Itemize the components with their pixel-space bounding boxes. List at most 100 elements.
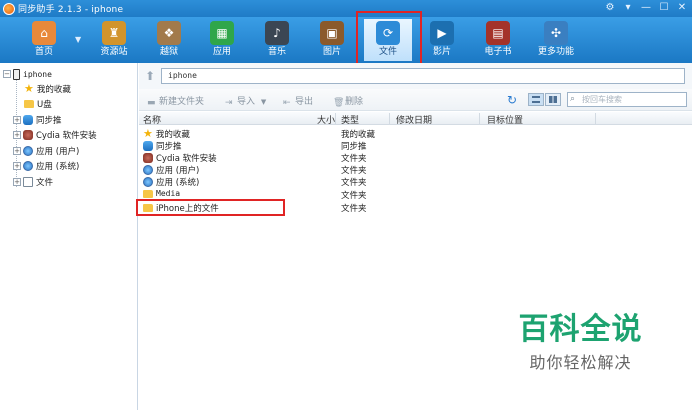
column-separator[interactable] — [335, 113, 336, 124]
tab-music[interactable]: ♪ 音乐 — [253, 19, 301, 61]
expand-toggle-icon[interactable]: + — [13, 131, 21, 139]
device-name: iphone — [23, 69, 52, 79]
app-user-icon — [23, 146, 33, 156]
column-target[interactable]: 目标位置 — [487, 113, 523, 126]
new-folder-button[interactable]: ▬ 新建文件夹 — [147, 94, 204, 108]
expand-toggle-icon[interactable]: + — [13, 162, 21, 170]
trash-icon: 🗑 — [333, 98, 345, 108]
menu-dropdown-icon[interactable]: ▾ — [622, 1, 634, 15]
tab-apps[interactable]: ▦ 应用 — [198, 19, 246, 61]
chevron-down-icon[interactable]: ▼ — [261, 98, 266, 106]
file-type: 我的收藏 — [341, 130, 376, 140]
search-input[interactable]: ⌕ 按回车搜索 — [567, 92, 687, 107]
refresh-icon[interactable]: ↻ — [507, 93, 517, 107]
table-row[interactable]: Cydia 软件安装 文件夹 — [139, 152, 692, 164]
expand-toggle-icon[interactable]: + — [13, 116, 21, 124]
expand-toggle-icon[interactable]: + — [13, 178, 21, 186]
tree-label: 应用 (系统) — [36, 162, 80, 172]
app-logo-icon — [3, 2, 15, 15]
chevron-down-icon[interactable]: ▼ — [75, 35, 87, 47]
column-modified[interactable]: 修改日期 — [396, 113, 432, 126]
tree-item-cydia[interactable]: + Cydia 软件安装 — [13, 129, 97, 141]
tree-item-udisk[interactable]: U盘 — [24, 98, 52, 110]
tab-label: 图片 — [322, 47, 341, 57]
export-button[interactable]: ⇤ 导出 — [283, 94, 313, 108]
home-icon: ⌂ — [32, 21, 56, 45]
folder-icon — [143, 189, 153, 198]
minimize-button[interactable]: — — [640, 1, 652, 15]
table-row[interactable]: ★ 我的收藏 我的收藏 — [139, 128, 692, 140]
import-button[interactable]: ⇥ 导入 ▼ — [225, 94, 266, 108]
tab-label: 影片 — [432, 47, 451, 57]
column-separator[interactable] — [595, 113, 596, 124]
list-view-button[interactable] — [528, 93, 544, 106]
tab-videos[interactable]: ▶ 影片 — [418, 19, 466, 61]
tab-jailbreak[interactable]: ❖ 越狱 — [145, 19, 193, 61]
table-row[interactable]: 同步推 同步推 — [139, 140, 692, 152]
tree-item-tongbutui[interactable]: + 同步推 — [13, 114, 62, 126]
store-icon: ♜ — [102, 21, 126, 45]
phone-icon — [13, 68, 20, 80]
video-icon: ▶ — [430, 21, 454, 45]
column-separator[interactable] — [479, 113, 480, 124]
path-input[interactable]: iphone — [161, 68, 685, 84]
tab-label: 越狱 — [159, 47, 178, 57]
expand-toggle-icon[interactable]: + — [13, 147, 21, 155]
delete-button[interactable]: 🗑删除 — [333, 94, 363, 108]
column-separator[interactable] — [389, 113, 390, 124]
tree-label: Cydia 软件安装 — [36, 131, 97, 141]
tree-item-system-apps[interactable]: + 应用 (系统) — [13, 160, 79, 172]
column-type[interactable]: 类型 — [341, 113, 359, 126]
maximize-button[interactable]: ☐ — [658, 1, 670, 15]
tab-photos[interactable]: ▣ 图片 — [308, 19, 356, 61]
table-row[interactable]: 应用 (系统) 文件夹 — [139, 176, 692, 188]
app-user-icon — [143, 165, 153, 175]
ebook-icon: ▤ — [486, 21, 510, 45]
cydia-icon — [143, 153, 153, 163]
tree-item-favorites[interactable]: ★ 我的收藏 — [24, 83, 71, 95]
tab-more[interactable]: ✣ 更多功能 — [530, 19, 582, 61]
app-system-icon — [23, 161, 33, 171]
action-bar: ▬ 新建文件夹 ⇥ 导入 ▼ ⇤ 导出 🗑删除 ↻ ⌕ 按回车搜索 — [139, 89, 692, 111]
tree-item-user-apps[interactable]: + 应用 (用户) — [13, 145, 79, 157]
search-placeholder: 按回车搜索 — [582, 95, 622, 104]
close-button[interactable]: ✕ — [676, 1, 688, 15]
tab-home[interactable]: ⌂ 首页 — [20, 19, 68, 61]
file-type: 文件夹 — [341, 204, 367, 214]
watermark-subtitle: 助你轻松解决 — [529, 353, 632, 372]
file-type: 同步推 — [341, 142, 367, 152]
watermark-title: 百科全说 — [518, 312, 643, 347]
tab-label: 电子书 — [484, 47, 512, 57]
photo-icon: ▣ — [320, 21, 344, 45]
table-row[interactable]: 应用 (用户) 文件夹 — [139, 164, 692, 176]
column-header: 名称 大小 类型 修改日期 目标位置 — [139, 112, 692, 126]
grid-view-button[interactable] — [545, 93, 561, 106]
file-name: 我的收藏 — [155, 130, 190, 140]
settings-icon[interactable]: ⚙ — [604, 1, 616, 15]
up-directory-icon[interactable]: ⬆ — [145, 69, 155, 83]
window-title: 同步助手 2.1.3 - iphone — [18, 5, 124, 15]
search-icon: ⌕ — [570, 94, 576, 104]
tree-item-files[interactable]: + 文件 — [13, 176, 53, 188]
button-label: 导入 — [237, 97, 256, 107]
tongbutui-icon — [143, 141, 153, 151]
sidebar-tree: − iphone ★ 我的收藏 U盘 + 同步推 + Cydia 软件安装 + … — [0, 63, 138, 410]
file-name: 同步推 — [156, 142, 182, 152]
tree-item-device[interactable]: − iphone — [3, 68, 52, 80]
collapse-toggle-icon[interactable]: − — [3, 70, 11, 78]
grid-view-icon — [549, 96, 557, 103]
tab-label: 音乐 — [267, 47, 286, 57]
column-size[interactable]: 大小 — [317, 113, 335, 126]
file-name: 应用 (系统) — [156, 178, 200, 188]
tree-label: 应用 (用户) — [36, 147, 80, 157]
column-name[interactable]: 名称 — [143, 113, 161, 126]
file-type: 文件夹 — [341, 178, 367, 188]
new-folder-icon: ▬ — [147, 98, 156, 108]
button-label: 删除 — [345, 97, 364, 107]
file-type: 文件夹 — [341, 166, 367, 176]
button-label: 导出 — [295, 97, 314, 107]
tab-store[interactable]: ♜ 资源站 — [90, 19, 138, 61]
watermark: 百科全说 助你轻松解决 — [494, 299, 667, 385]
tab-label: 资源站 — [100, 47, 128, 57]
tab-ebooks[interactable]: ▤ 电子书 — [474, 19, 522, 61]
